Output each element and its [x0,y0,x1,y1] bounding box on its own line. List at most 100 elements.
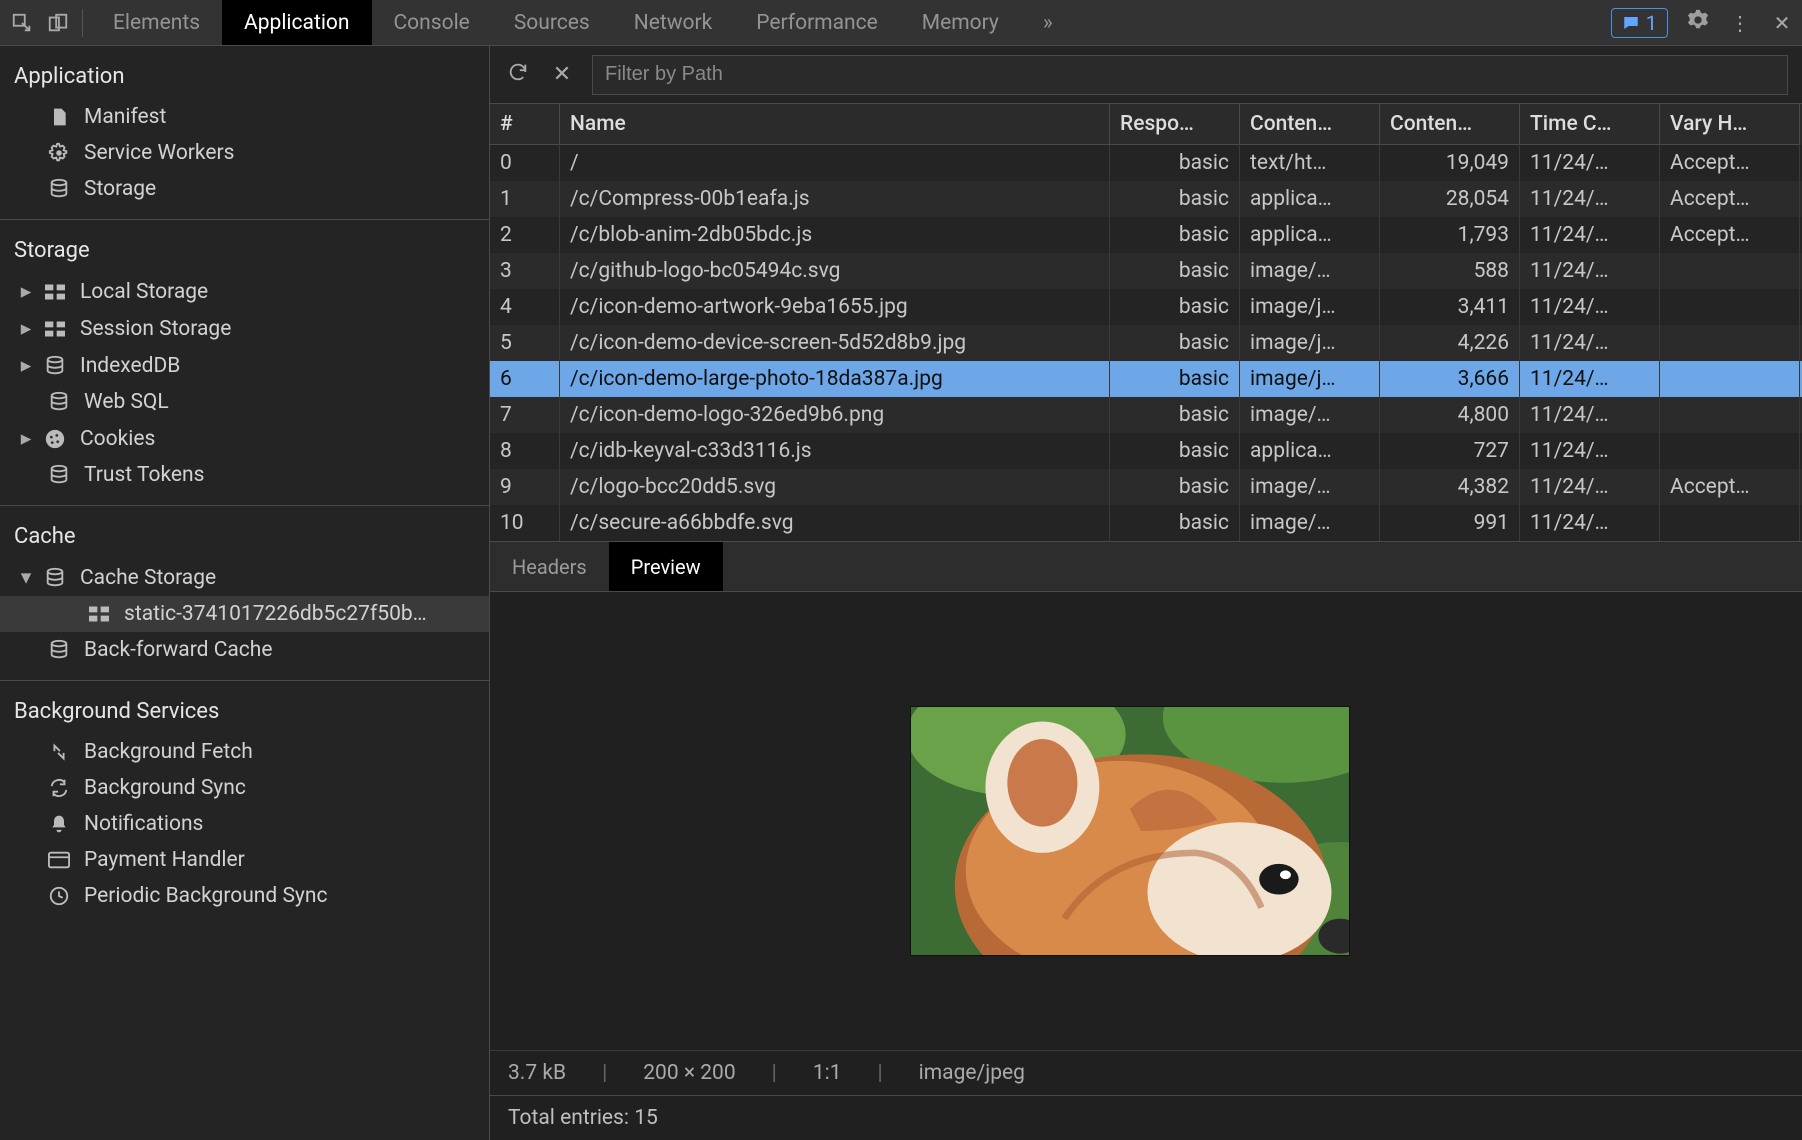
item-label: Cache Storage [80,566,216,590]
table-row[interactable]: 7/c/icon-demo-logo-326ed9b6.pngbasicimag… [490,397,1802,433]
tab-elements[interactable]: Elements [91,0,222,45]
sidebar-item-cache-storage[interactable]: ▾ Cache Storage [0,559,489,596]
sidebar-item-payment-handler[interactable]: Payment Handler [0,842,489,878]
tab-application[interactable]: Application [222,0,371,45]
col-content-length[interactable]: Conten… [1380,104,1520,145]
tab-sources[interactable]: Sources [492,0,612,45]
sidebar-item-session-storage[interactable]: ▸ Session Storage [0,310,489,347]
tab-overflow[interactable]: » [1021,0,1075,45]
table-row[interactable]: 4/c/icon-demo-artwork-9eba1655.jpgbasici… [490,289,1802,325]
filter-input[interactable] [592,55,1788,95]
close-devtools-icon[interactable]: ✕ [1770,11,1794,35]
sidebar-item-local-storage[interactable]: ▸ Local Storage [0,273,489,310]
cell-index: 9 [490,469,560,505]
refresh-button[interactable] [504,61,532,89]
sidebar-item-trust-tokens[interactable]: Trust Tokens [0,457,489,493]
inspect-icon[interactable] [8,9,36,37]
cell-content-type: text/ht… [1240,145,1380,181]
cell-response: basic [1110,181,1240,217]
tab-headers[interactable]: Headers [490,542,609,591]
cell-index: 4 [490,289,560,325]
cell-content-type: image/j… [1240,325,1380,361]
cell-time: 11/24/… [1520,505,1660,541]
tabbar-right: 1 ⋮ ✕ [1611,8,1794,38]
table-row[interactable]: 10/c/secure-a66bbdfe.svgbasicimage/…9911… [490,505,1802,541]
preview-mime: image/jpeg [919,1061,1025,1085]
tab-memory[interactable]: Memory [900,0,1021,45]
sidebar-item-cookies[interactable]: ▸ Cookies [0,420,489,457]
item-label: Storage [84,177,156,201]
cell-time: 11/24/… [1520,397,1660,433]
sidebar-item-service-workers[interactable]: Service Workers [0,135,489,171]
col-content-type[interactable]: Conten… [1240,104,1380,145]
cell-time: 11/24/… [1520,253,1660,289]
sidebar-item-periodic-sync[interactable]: Periodic Background Sync [0,878,489,914]
cell-index: 7 [490,397,560,433]
delete-button[interactable]: ✕ [548,62,576,87]
preview-dimensions: 200 × 200 [643,1061,735,1085]
table-row[interactable]: 9/c/logo-bcc20dd5.svgbasicimage/…4,38211… [490,469,1802,505]
expand-icon[interactable]: ▸ [18,279,34,304]
expand-icon[interactable]: ▸ [18,353,34,378]
expand-icon[interactable]: ▸ [18,316,34,341]
table-row[interactable]: 5/c/icon-demo-device-screen-5d52d8b9.jpg… [490,325,1802,361]
col-name[interactable]: Name [560,104,1110,145]
sidebar-item-indexeddb[interactable]: ▸ IndexedDB [0,347,489,384]
table-row[interactable]: 6/c/icon-demo-large-photo-18da387a.jpgba… [490,361,1802,397]
cell-content-length: 727 [1380,433,1520,469]
cell-index: 2 [490,217,560,253]
sidebar-item-bg-sync[interactable]: Background Sync [0,770,489,806]
database-icon [42,567,68,589]
cell-content-length: 1,793 [1380,217,1520,253]
section-storage: Storage ▸ Local Storage ▸ Session Storag… [0,220,489,506]
cell-content-type: applica… [1240,217,1380,253]
card-icon [46,851,72,869]
col-response[interactable]: Respo… [1110,104,1240,145]
table-row[interactable]: 2/c/blob-anim-2db05bdc.jsbasicapplica…1,… [490,217,1802,253]
table-row[interactable]: 3/c/github-logo-bc05494c.svgbasicimage/…… [490,253,1802,289]
col-time-cached[interactable]: Time C… [1520,104,1660,145]
section-heading: Storage [0,228,489,273]
cell-name: /c/logo-bcc20dd5.svg [560,469,1110,505]
cell-content-length: 4,382 [1380,469,1520,505]
sidebar-item-bf-cache[interactable]: Back-forward Cache [0,632,489,668]
item-label: Background Fetch [84,740,253,764]
cell-content-length: 28,054 [1380,181,1520,217]
section-cache: Cache ▾ Cache Storage static-3741017226d… [0,506,489,681]
col-vary-header[interactable]: Vary H… [1660,104,1800,145]
table-row[interactable]: 0/basictext/ht…19,04911/24/…Accept… [490,145,1802,181]
item-label: Cookies [80,427,155,451]
cell-index: 3 [490,253,560,289]
tab-network[interactable]: Network [612,0,735,45]
cache-table: # Name Respo… Conten… Conten… Time C… Va… [490,104,1802,542]
tab-performance[interactable]: Performance [734,0,899,45]
sidebar-item-notifications[interactable]: Notifications [0,806,489,842]
table-row[interactable]: 1/c/Compress-00b1eafa.jsbasicapplica…28,… [490,181,1802,217]
section-heading: Background Services [0,689,489,734]
cache-toolbar: ✕ [490,46,1802,104]
tab-console[interactable]: Console [372,0,492,45]
messages-badge[interactable]: 1 [1611,8,1668,38]
sidebar-item-manifest[interactable]: Manifest [0,99,489,135]
cell-content-type: applica… [1240,181,1380,217]
collapse-icon[interactable]: ▾ [18,565,34,590]
sidebar-item-storage[interactable]: Storage [0,171,489,207]
devtools-tabbar: Elements Application Console Sources Net… [0,0,1802,46]
item-label: Periodic Background Sync [84,884,327,908]
kebab-menu-icon[interactable]: ⋮ [1728,11,1752,35]
cell-vary: Accept… [1660,469,1800,505]
sidebar-item-cache-entry[interactable]: static-3741017226db5c27f50b… [0,596,489,632]
sidebar-item-websql[interactable]: Web SQL [0,384,489,420]
col-index[interactable]: # [490,104,560,145]
separator: | [600,1061,609,1085]
cell-name: /c/icon-demo-device-screen-5d52d8b9.jpg [560,325,1110,361]
cell-index: 1 [490,181,560,217]
sidebar-item-bg-fetch[interactable]: Background Fetch [0,734,489,770]
settings-icon[interactable] [1686,9,1710,36]
table-row[interactable]: 8/c/idb-keyval-c33d3116.jsbasicapplica…7… [490,433,1802,469]
device-toggle-icon[interactable] [44,9,72,37]
tab-preview[interactable]: Preview [609,542,723,591]
cell-vary [1660,325,1800,361]
cell-content-length: 3,411 [1380,289,1520,325]
expand-icon[interactable]: ▸ [18,426,34,451]
